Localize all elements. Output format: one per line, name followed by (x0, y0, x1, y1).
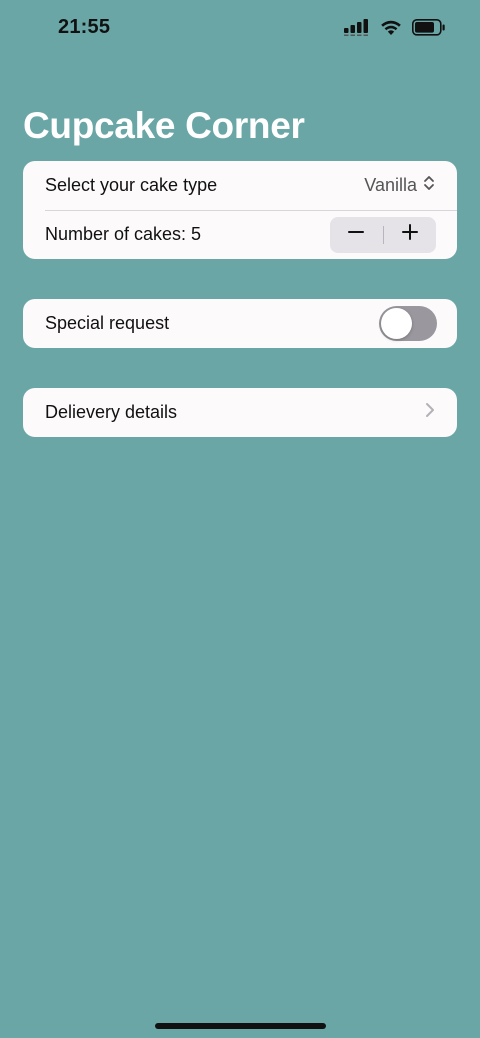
quantity-label: Number of cakes: 5 (45, 224, 202, 244)
cake-type-value-wrap[interactable]: Vanilla (364, 175, 435, 196)
toggle-knob (381, 308, 412, 339)
cellular-signal-icon (344, 18, 370, 41)
special-request-toggle[interactable] (379, 306, 437, 341)
special-request-row: Special request (23, 299, 457, 348)
delivery-section: Delievery details (23, 388, 457, 437)
increment-button[interactable] (384, 217, 437, 253)
chevron-up-down-icon (423, 175, 435, 196)
quantity-row: Number of cakes: 5 (23, 210, 457, 259)
special-request-section: Special request (23, 299, 457, 348)
chevron-right-icon (425, 402, 435, 423)
page-title: Cupcake Corner (23, 105, 305, 146)
quantity-stepper[interactable] (330, 216, 437, 253)
delivery-details-link[interactable]: Delievery details (23, 388, 457, 437)
status-time: 21:55 (58, 16, 111, 38)
status-bar: 21:55 (0, 0, 480, 58)
delivery-details-label: Delievery details (45, 402, 178, 422)
special-request-label: Special request (45, 313, 170, 333)
minus-icon (347, 223, 365, 246)
cake-type-value: Vanilla (364, 175, 417, 195)
cake-type-picker[interactable]: Select your cake type Vanilla (23, 161, 457, 210)
status-icons (344, 18, 446, 41)
home-indicator[interactable] (155, 1023, 326, 1029)
cake-type-label: Select your cake type (45, 175, 218, 195)
decrement-button[interactable] (330, 217, 383, 253)
order-section: Select your cake type Vanilla Number of … (23, 161, 457, 259)
wifi-icon (380, 19, 402, 41)
battery-icon (412, 18, 446, 41)
plus-icon (401, 223, 419, 246)
